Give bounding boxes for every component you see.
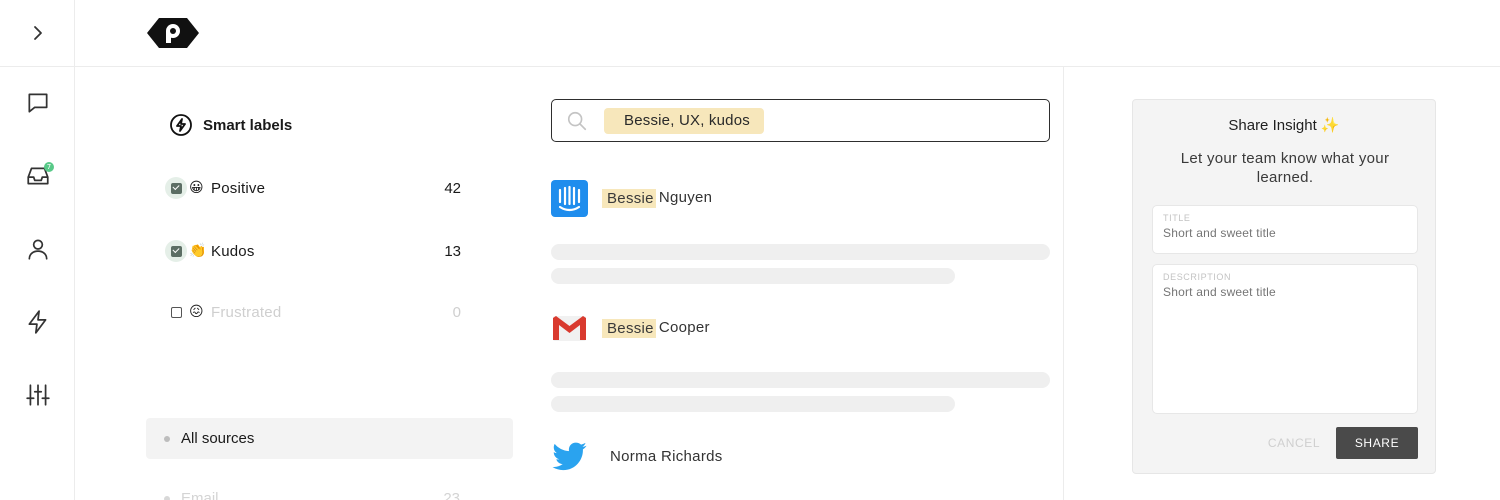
checkbox-checked-icon (170, 245, 182, 257)
nav-settings[interactable] (22, 379, 54, 411)
feed-item[interactable]: Norma Richards (551, 438, 723, 475)
name-rest: Norma Richards (610, 448, 723, 465)
contact-name: Bessie Cooper (602, 319, 710, 338)
label-name: Kudos (211, 242, 255, 260)
name-rest: Cooper (658, 319, 710, 336)
nav-messages[interactable] (22, 87, 54, 119)
feed-item[interactable]: Bessie Nguyen (551, 180, 712, 217)
title-input[interactable] (1163, 226, 1407, 240)
bullet-icon (164, 435, 170, 442)
checkbox-checked-icon (170, 182, 182, 194)
contact-name: Bessie Nguyen (602, 189, 712, 208)
share-title: Share Insight ✨ (1228, 117, 1340, 134)
name-highlight: Bessie (602, 319, 656, 338)
chat-bubble-icon (28, 93, 48, 113)
label-row-frustrated[interactable]: 😖 Frustrated 0 (165, 300, 461, 324)
smart-labels-heading: Smart labels (169, 113, 292, 137)
search-icon (567, 111, 587, 130)
confounded-face-icon: 😖 (189, 304, 204, 320)
skeleton-line (551, 268, 955, 284)
lightning-icon (28, 310, 47, 334)
bullet-icon (164, 496, 170, 500)
panel-divider (1063, 67, 1064, 500)
name-rest: Nguyen (658, 189, 713, 206)
gmail-icon (551, 310, 588, 347)
lightning-circle-icon (170, 114, 192, 136)
grinning-face-icon: 😀 (189, 180, 204, 196)
source-email[interactable]: Email 23 (164, 490, 460, 500)
feed-item[interactable]: Bessie Cooper (551, 310, 710, 347)
skeleton-line (551, 372, 1050, 388)
checkbox-unchecked-icon (170, 306, 182, 318)
label-count: 42 (444, 179, 461, 197)
title-field-label: TITLE (1163, 213, 1191, 223)
nav-people[interactable] (22, 233, 54, 265)
share-subtitle: Let your team know what your learned. (1180, 150, 1390, 186)
label-name: Frustrated (211, 303, 282, 321)
top-header (75, 0, 1500, 67)
share-button[interactable]: SHARE (1336, 427, 1418, 459)
label-checkbox[interactable] (165, 177, 187, 199)
description-input[interactable] (1163, 285, 1407, 299)
chevron-right-icon (33, 26, 42, 40)
left-rail: 7 (0, 0, 75, 500)
label-row-kudos[interactable]: 👏 Kudos 13 (165, 239, 461, 263)
label-count: 13 (444, 242, 461, 260)
description-field[interactable]: DESCRIPTION (1152, 264, 1418, 414)
label-row-positive[interactable]: 😀 Positive 42 (165, 176, 461, 200)
smart-labels-title: Smart labels (203, 116, 293, 134)
description-field-label: DESCRIPTION (1163, 272, 1232, 282)
collapse-toggle[interactable] (0, 0, 75, 67)
source-all[interactable]: All sources (146, 418, 513, 459)
twitter-icon (551, 438, 588, 475)
nav-inbox[interactable]: 7 (22, 160, 54, 192)
label-checkbox[interactable] (165, 301, 187, 323)
nav-insights[interactable] (22, 306, 54, 338)
clapping-hands-icon: 👏 (189, 243, 207, 259)
title-field[interactable]: TITLE (1152, 205, 1418, 254)
user-icon (28, 239, 48, 260)
source-label: Email (181, 490, 219, 500)
contact-name: Norma Richards (610, 448, 723, 465)
brand-logo[interactable] (147, 18, 199, 48)
label-name: Positive (211, 179, 266, 197)
share-insight-card: Share Insight ✨ Let your team know what … (1132, 99, 1436, 474)
label-checkbox[interactable] (165, 240, 187, 262)
source-count: 23 (443, 490, 460, 500)
cancel-button[interactable]: CANCEL (1249, 427, 1339, 459)
skeleton-line (551, 396, 955, 412)
search-input[interactable]: Bessie, UX, kudos (551, 99, 1050, 142)
sliders-icon (26, 384, 50, 406)
source-label: All sources (181, 430, 255, 447)
intercom-icon (551, 180, 588, 217)
skeleton-line (551, 244, 1050, 260)
label-count: 0 (452, 303, 461, 321)
name-highlight: Bessie (602, 189, 656, 208)
inbox-badge: 7 (44, 162, 54, 172)
search-query-chip[interactable]: Bessie, UX, kudos (604, 107, 764, 134)
